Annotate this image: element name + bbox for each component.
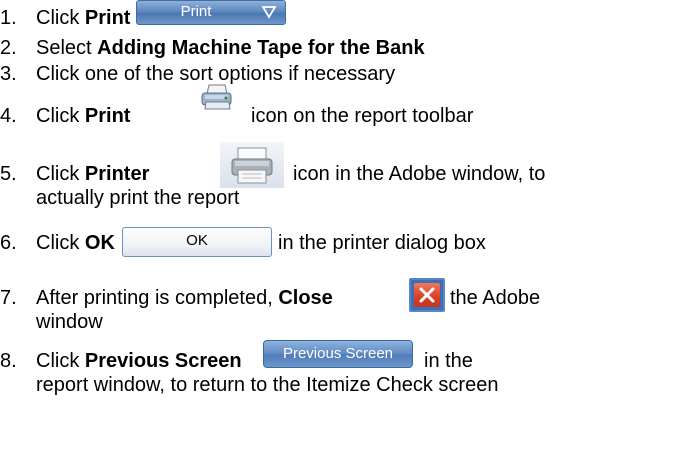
step-text: After printing is completed, Close — [36, 287, 333, 309]
chevron-down-icon — [261, 6, 277, 19]
step-text-line2: actually print the report — [36, 187, 240, 209]
step-number: 1. — [0, 7, 17, 29]
step-text-after: in the — [424, 350, 473, 372]
step-number: 5. — [0, 163, 17, 185]
step-number: 8. — [0, 350, 17, 372]
close-icon — [414, 283, 440, 307]
step-number: 4. — [0, 105, 17, 127]
previous-screen-label: Previous Screen — [282, 345, 394, 362]
step-number: 6. — [0, 232, 17, 254]
print-button-label: Print — [180, 3, 212, 20]
step-number: 3. — [0, 63, 17, 85]
printer-icon — [231, 147, 273, 184]
previous-screen-button[interactable]: Previous Screen — [263, 340, 413, 368]
step-text-after: icon on the report toolbar — [251, 105, 474, 127]
step-number: 2. — [0, 37, 17, 59]
step-text: Click Previous Screen — [36, 350, 242, 372]
step-text-after: icon in the Adobe window, to — [293, 163, 546, 185]
step-text-line2: window — [36, 311, 103, 333]
toolbar-print-icon[interactable] — [199, 82, 235, 112]
step-text: Click Print — [36, 7, 131, 29]
step-text: Click Print — [36, 105, 131, 127]
printer-icon-button[interactable] — [220, 142, 284, 188]
step-text: Click Printer — [36, 163, 150, 185]
step-text: Click OK — [36, 232, 115, 254]
step-text-after: the Adobe — [450, 287, 541, 309]
ok-button-label: OK — [186, 232, 208, 249]
close-icon-button[interactable] — [409, 278, 445, 312]
step-text: Select Adding Machine Tape for the Bank — [36, 37, 425, 59]
step-text-after: in the printer dialog box — [278, 232, 486, 254]
step-number: 7. — [0, 287, 17, 309]
print-icon — [201, 84, 232, 110]
ok-button[interactable]: OK — [122, 227, 272, 257]
print-dropdown-button[interactable]: Print — [136, 0, 286, 25]
step-text-line2: report window, to return to the Itemize … — [36, 374, 499, 396]
